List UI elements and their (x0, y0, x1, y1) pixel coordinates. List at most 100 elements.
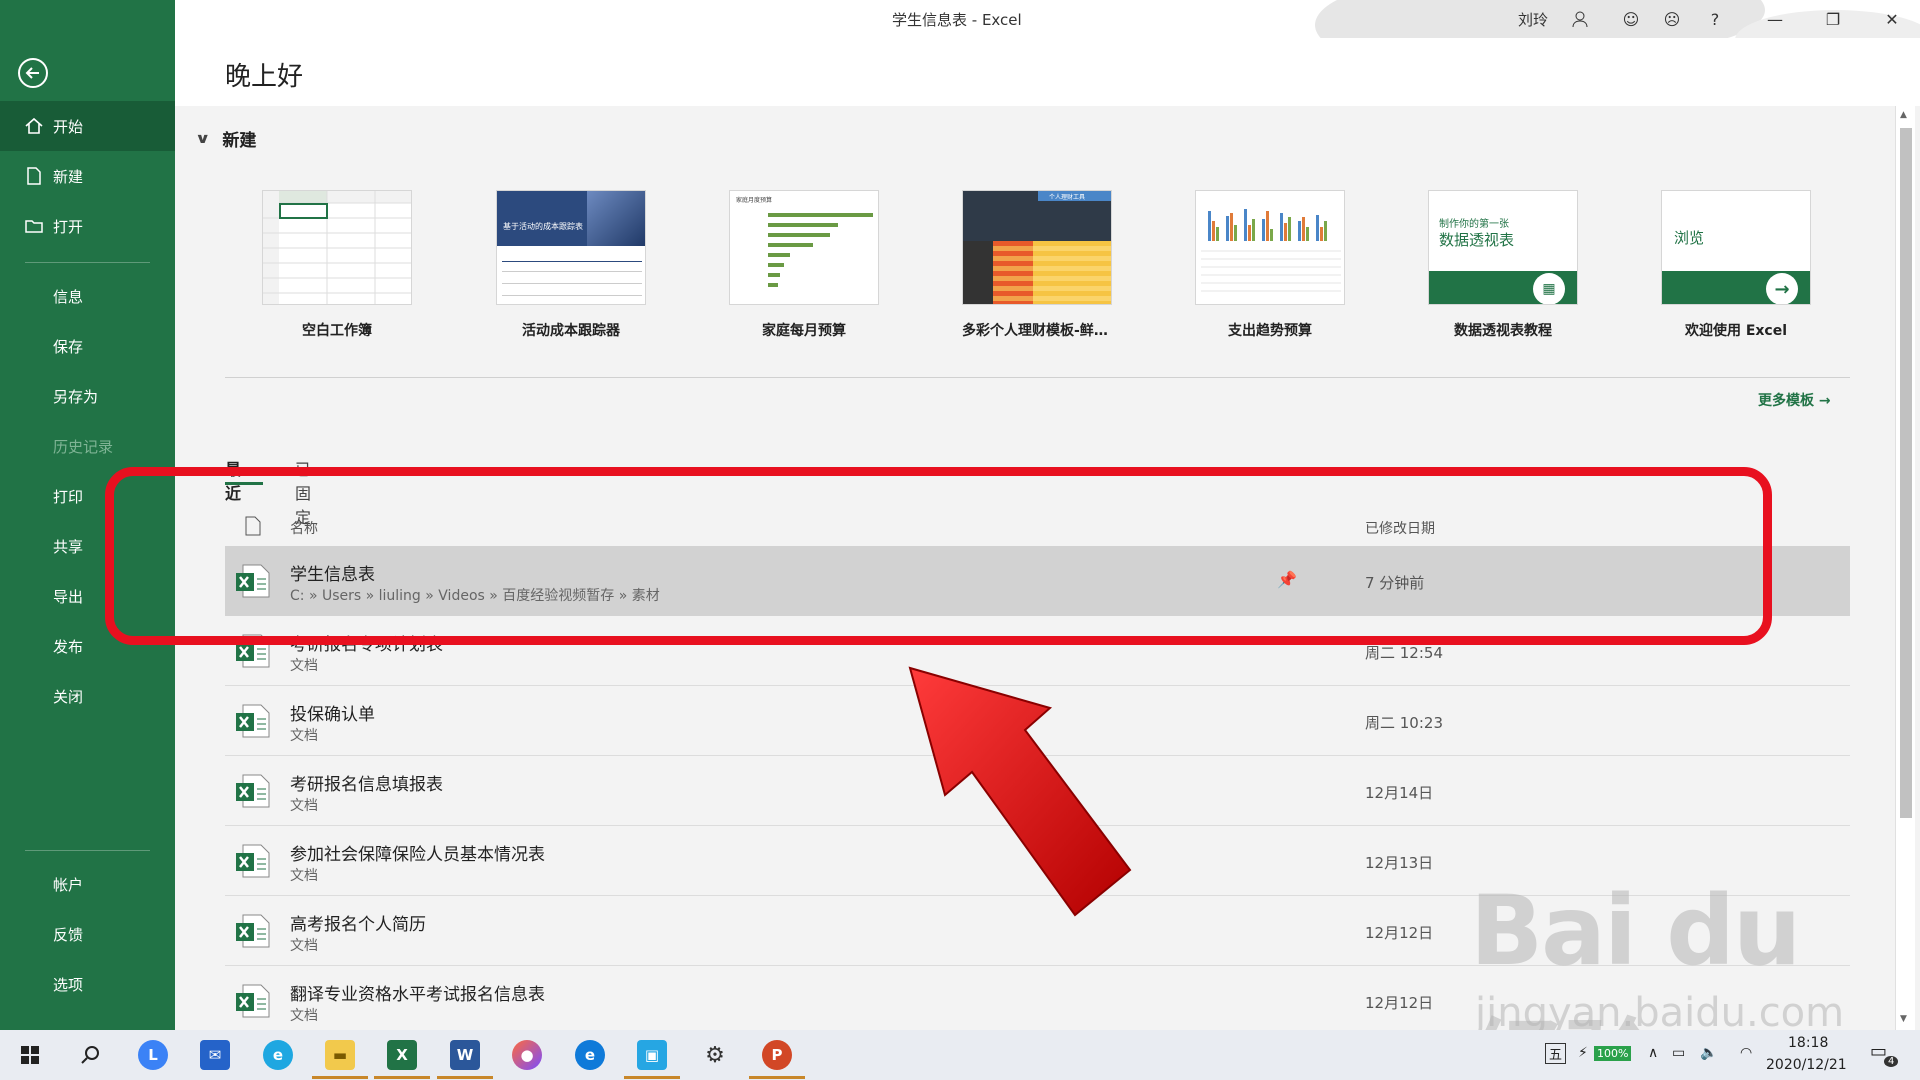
search-icon[interactable] (75, 1040, 105, 1070)
sidebar-item-info[interactable]: 信息 (0, 271, 175, 321)
sidebar-item-new[interactable]: 新建 (0, 151, 175, 201)
settings-gear-icon[interactable]: ⚙ (700, 1040, 730, 1070)
sidebar-item-account[interactable]: 帐户 (0, 859, 175, 909)
sidebar-item-label: 发布 (53, 637, 84, 656)
powerpoint-app-icon[interactable]: P (762, 1040, 792, 1070)
file-name: 参加社会保障保险人员基本情况表 (290, 845, 545, 865)
sidebar-item-open[interactable]: 打开 (0, 201, 175, 251)
sidebar-item-label: 保存 (53, 337, 84, 356)
lark-app-icon[interactable]: L (138, 1040, 168, 1070)
smile-icon[interactable]: ☺ (1621, 9, 1641, 29)
file-path: 文档 (290, 868, 318, 884)
frown-icon[interactable]: ☹ (1662, 9, 1682, 29)
sidebar-item-label: 导出 (53, 587, 84, 606)
edge-browser-icon[interactable]: e (575, 1040, 605, 1070)
template-family-budget[interactable]: 家庭月度预算 家庭每月预算 (729, 190, 879, 340)
user-name[interactable]: 刘玲 (1518, 9, 1548, 30)
power-icon[interactable]: ⚡ (1578, 1045, 1588, 1061)
user-icon[interactable] (1570, 9, 1590, 29)
sidebar-item-label: 关闭 (53, 687, 84, 706)
mail-app-icon[interactable]: ✉ (200, 1040, 230, 1070)
arrow-right-icon: → (1818, 393, 1831, 409)
file-date: 周二 10:23 (1365, 714, 1443, 732)
template-thumbnail (262, 190, 412, 305)
paint-app-icon[interactable]: ● (512, 1040, 542, 1070)
speaker-icon[interactable]: 🔈 (1700, 1045, 1717, 1061)
sidebar-item-feedback[interactable]: 反馈 (0, 909, 175, 959)
ime-indicator[interactable]: 五 (1545, 1043, 1567, 1064)
thumb-text: 浏览 (1674, 229, 1705, 247)
more-templates-link[interactable]: 更多模板 → (1758, 390, 1831, 410)
template-welcome-excel[interactable]: 浏览 → 欢迎使用 Excel (1661, 190, 1811, 340)
chevron-up-icon[interactable]: ∧ (1648, 1045, 1658, 1061)
file-name: 投保确认单 (290, 705, 375, 725)
template-expense-trend[interactable]: 支出趋势预算 (1195, 190, 1345, 340)
battery-icon[interactable]: ▭ (1672, 1045, 1685, 1061)
scrollbar-thumb[interactable] (1900, 128, 1912, 818)
window-title: 学生信息表 - Excel (892, 11, 1022, 29)
screen-recorder-icon[interactable]: ▣ (637, 1040, 667, 1070)
file-path: 文档 (290, 1008, 318, 1024)
windows-start-icon[interactable] (15, 1040, 45, 1070)
section-divider (225, 377, 1850, 378)
red-arrow-icon (908, 666, 1132, 917)
sidebar-item-home[interactable]: 开始 (0, 101, 175, 151)
template-label: 家庭每月预算 (762, 323, 846, 339)
highlight-box (105, 467, 1772, 645)
close-icon[interactable]: ✕ (1882, 9, 1902, 29)
template-personal-finance[interactable]: 个人理财工具 多彩个人理财模板-鲜艳明... (962, 190, 1112, 340)
sidebar-item-label: 反馈 (53, 925, 84, 944)
clock-time[interactable]: 18:18 (1788, 1035, 1828, 1051)
template-pivot-tutorial[interactable]: 制作你的第一张 数据透视表 ▦ 数据透视表教程 (1428, 190, 1578, 340)
template-thumbnail: 制作你的第一张 数据透视表 ▦ (1428, 190, 1578, 305)
greeting-bar: 晚上好 (175, 38, 1920, 106)
pivot-table-icon: ▦ (1533, 273, 1565, 304)
template-thumbnail: 基于活动的成本跟踪表 (496, 190, 646, 305)
file-path: 文档 (290, 798, 318, 814)
excel-app-icon[interactable]: X (387, 1040, 417, 1070)
template-label: 空白工作簿 (302, 323, 372, 339)
battery-level[interactable]: 100% (1594, 1046, 1632, 1061)
template-label: 多彩个人理财模板-鲜艳明... (962, 323, 1112, 339)
template-activity-cost-tracker[interactable]: 基于活动的成本跟踪表 活动成本跟踪器 (496, 190, 646, 340)
ie-browser-icon[interactable]: e (263, 1040, 293, 1070)
help-icon[interactable]: ? (1705, 9, 1725, 29)
taskbar-active-indicator (749, 1076, 805, 1079)
sidebar-item-label: 打印 (53, 487, 84, 506)
sidebar-item-label: 新建 (53, 167, 84, 186)
sidebar-item-label: 开始 (53, 117, 84, 136)
sidebar-item-options[interactable]: 选项 (0, 959, 175, 1009)
file-date: 周二 12:54 (1365, 644, 1443, 662)
clock-date[interactable]: 2020/12/21 (1766, 1057, 1847, 1073)
file-date: 12月13日 (1365, 854, 1434, 872)
sidebar-item-label: 选项 (53, 975, 84, 994)
sidebar-item-close[interactable]: 关闭 (0, 671, 175, 721)
sidebar-item-label: 另存为 (53, 387, 99, 406)
template-blank-workbook[interactable]: 空白工作簿 (262, 190, 412, 340)
template-thumbnail: 浏览 → (1661, 190, 1811, 305)
wifi-icon[interactable]: ◠ (1740, 1045, 1752, 1061)
template-label: 欢迎使用 Excel (1684, 323, 1788, 339)
new-section-header[interactable]: ∨ 新建 (195, 126, 257, 152)
sidebar-item-label: 信息 (53, 287, 84, 306)
file-path: 文档 (290, 658, 318, 674)
word-app-icon[interactable]: W (450, 1040, 480, 1070)
scroll-up-icon[interactable]: ▲ (1900, 110, 1907, 120)
restore-icon[interactable]: ❐ (1823, 9, 1843, 29)
file-path: 文档 (290, 728, 318, 744)
file-explorer-icon[interactable]: ▬ (325, 1040, 355, 1070)
taskbar: L ✉ e ▬ X W ● e ▣ ⚙ P 五 ⚡ 100% ∧ ▭ 🔈 ◠ 1… (0, 1030, 1920, 1080)
sidebar-item-save-as[interactable]: 另存为 (0, 371, 175, 421)
thumb-text: 数据透视表 (1439, 231, 1515, 249)
minimize-icon[interactable]: — (1765, 9, 1785, 29)
greeting: 晚上好 (225, 62, 304, 92)
notification-count: 4 (1884, 1056, 1899, 1067)
sidebar-item-save[interactable]: 保存 (0, 321, 175, 371)
thumb-text: 基于活动的成本跟踪表 (503, 222, 583, 231)
template-label: 数据透视表教程 (1454, 323, 1552, 339)
back-arrow-icon[interactable] (18, 58, 48, 88)
excel-file-icon (236, 704, 270, 738)
folder-icon (25, 220, 43, 233)
thumb-text: 个人理财工具 (1049, 194, 1086, 201)
thumb-text: 制作你的第一张 (1439, 219, 1509, 230)
